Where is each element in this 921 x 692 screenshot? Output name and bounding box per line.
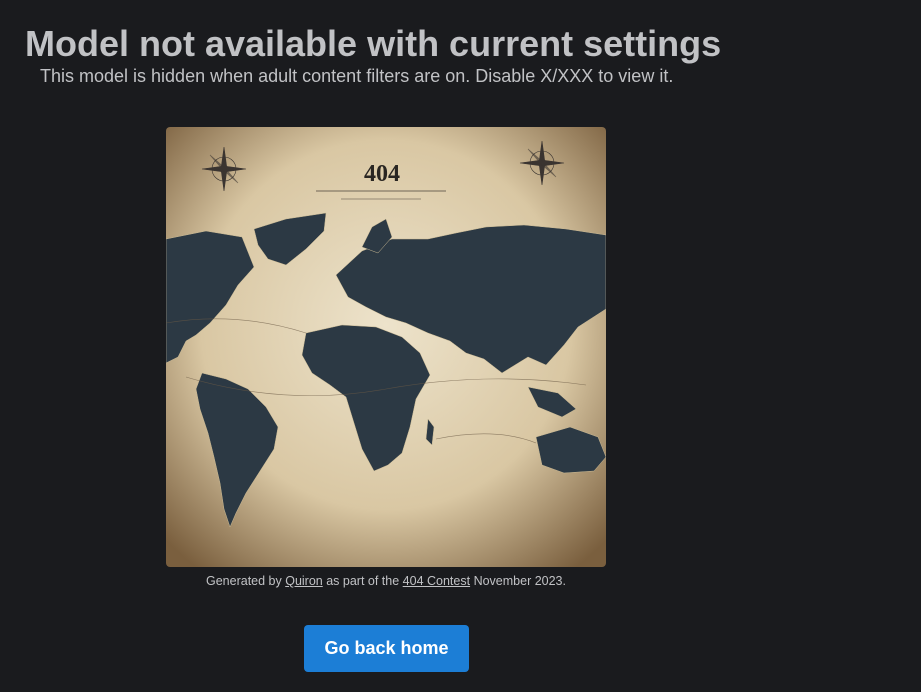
image-caption: Generated by Quiron as part of the 404 C… (166, 573, 606, 589)
go-back-home-button[interactable]: Go back home (304, 625, 469, 672)
caption-middle: as part of the (322, 574, 403, 588)
caption-prefix: Generated by (206, 574, 286, 588)
page-title: Model not available with current setting… (25, 23, 722, 64)
world-map-illustration: 404 (166, 127, 606, 567)
author-link[interactable]: Quiron (285, 574, 323, 588)
page-subtitle: This model is hidden when adult content … (40, 66, 674, 86)
caption-suffix: November 2023. (470, 574, 566, 588)
page: Model not available with current setting… (0, 0, 921, 692)
contest-link[interactable]: 404 Contest (403, 574, 470, 588)
map-title-404: 404 (364, 161, 400, 187)
